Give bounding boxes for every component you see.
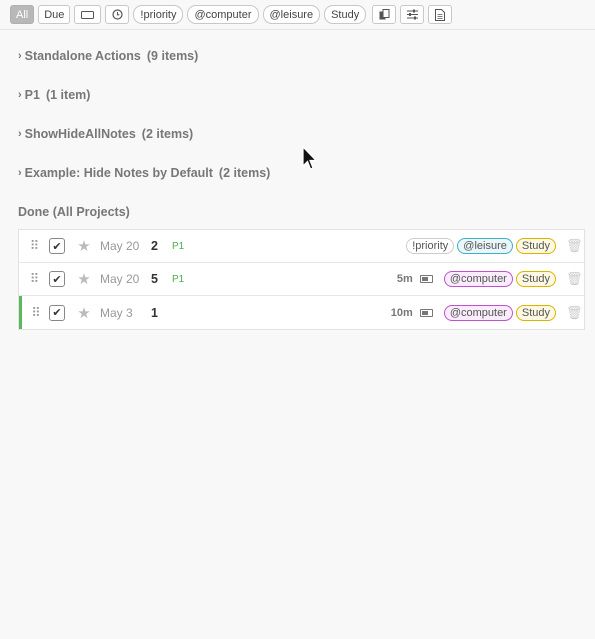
task-title[interactable]: 5 [151,272,158,286]
section-count: (2 items) [141,127,194,141]
tag-study[interactable]: Study [515,304,556,321]
section-title: ShowHideAllNotes [24,127,136,141]
copy-button[interactable] [372,5,397,24]
task-date: May 3 [100,305,133,320]
chevron-right-icon: › [18,167,22,179]
drag-handle-icon[interactable]: ⠿ [22,305,49,321]
filter-leisure-tag[interactable]: @leisure [262,5,321,24]
chevron-right-icon: › [18,128,22,140]
filter-all-button[interactable]: All [10,5,35,24]
filter-study-tag[interactable]: Study [324,5,367,24]
tag-leisure[interactable]: @leisure [457,238,513,254]
energy-battery-icon [419,275,433,283]
task-priority: P1 [171,273,185,285]
drag-handle-icon[interactable]: ⠿ [19,271,49,287]
section-title: Example: Hide Notes by Default [24,166,213,180]
tag-computer[interactable]: @computer [443,304,513,321]
task-meta: 5m @computer Study 🗑 [397,271,584,287]
task-row[interactable]: ⠿ ✔ ★ May 3 1 10m @computer Study 🗑 [19,296,584,329]
tag-study[interactable]: Study [515,238,556,254]
filter-toolbar: All Due !priority @computer @leisure Stu… [0,0,595,30]
section-count: (1 item) [45,88,91,102]
filter-priority-tag[interactable]: !priority [133,5,184,24]
filter-due-button[interactable]: Due [38,5,71,24]
section-count: (2 items) [218,166,271,180]
settings-sliders-button[interactable] [400,5,425,24]
sliders-icon [406,9,418,20]
task-title[interactable]: 1 [151,306,158,320]
done-task-list: ⠿ ✔ ★ May 20 2 P1 !priority @leisure Stu… [18,229,585,330]
document-icon [435,8,446,21]
filter-computer-tag[interactable]: @computer [187,5,259,24]
task-priority: P1 [171,240,185,252]
tag-priority[interactable]: !priority [406,238,455,254]
task-title[interactable]: 2 [151,239,158,253]
tag-computer[interactable]: @computer [443,271,513,287]
section-standalone-actions[interactable]: › Standalone Actions (9 items) [18,49,198,63]
task-checkbox[interactable]: ✔ [49,304,65,321]
copy-icon [379,9,390,20]
checkmark-icon: ✔ [52,307,62,319]
task-date: May 20 [100,239,140,253]
task-date: May 20 [100,272,140,286]
section-p1[interactable]: › P1 (1 item) [18,88,90,102]
section-showhideallnotes[interactable]: › ShowHideAllNotes (2 items) [18,127,193,141]
trash-icon[interactable]: 🗑 [566,305,583,321]
rectangle-icon [81,10,95,19]
filter-clock-button[interactable] [105,5,130,24]
section-title: P1 [24,88,40,102]
task-row[interactable]: ⠿ ✔ ★ May 20 2 P1 !priority @leisure Stu… [19,230,584,263]
mouse-cursor-icon [302,146,318,170]
star-icon[interactable]: ★ [70,237,98,255]
chevron-right-icon: › [18,50,22,62]
task-row[interactable]: ⠿ ✔ ★ May 20 5 P1 5m @computer Study 🗑 [19,263,584,296]
task-checkbox[interactable]: ✔ [49,238,65,254]
trash-icon[interactable]: 🗑 [566,238,583,254]
task-duration: 10m [390,306,413,319]
task-meta: 10m @computer Study 🗑 [390,304,584,321]
clock-icon [112,9,123,20]
tag-study[interactable]: Study [515,271,556,287]
task-meta: !priority @leisure Study 🗑 [406,238,584,254]
document-button[interactable] [428,5,453,24]
chevron-right-icon: › [18,89,22,101]
drag-handle-icon[interactable]: ⠿ [19,238,49,254]
section-title: Standalone Actions [24,49,141,63]
task-checkbox[interactable]: ✔ [49,271,65,287]
star-icon[interactable]: ★ [70,304,98,322]
checkmark-icon: ✔ [52,240,62,253]
energy-battery-icon [419,308,433,317]
checkmark-icon: ✔ [52,273,62,286]
star-icon[interactable]: ★ [70,270,98,288]
section-hide-notes-by-default[interactable]: › Example: Hide Notes by Default (2 item… [18,166,270,180]
done-heading: Done (All Projects) [18,205,130,219]
task-duration: 5m [396,273,413,285]
done-heading-label: Done (All Projects) [18,205,130,219]
trash-icon[interactable]: 🗑 [566,271,583,287]
section-count: (9 items) [146,49,199,63]
filter-rectangle-button[interactable] [74,5,102,24]
